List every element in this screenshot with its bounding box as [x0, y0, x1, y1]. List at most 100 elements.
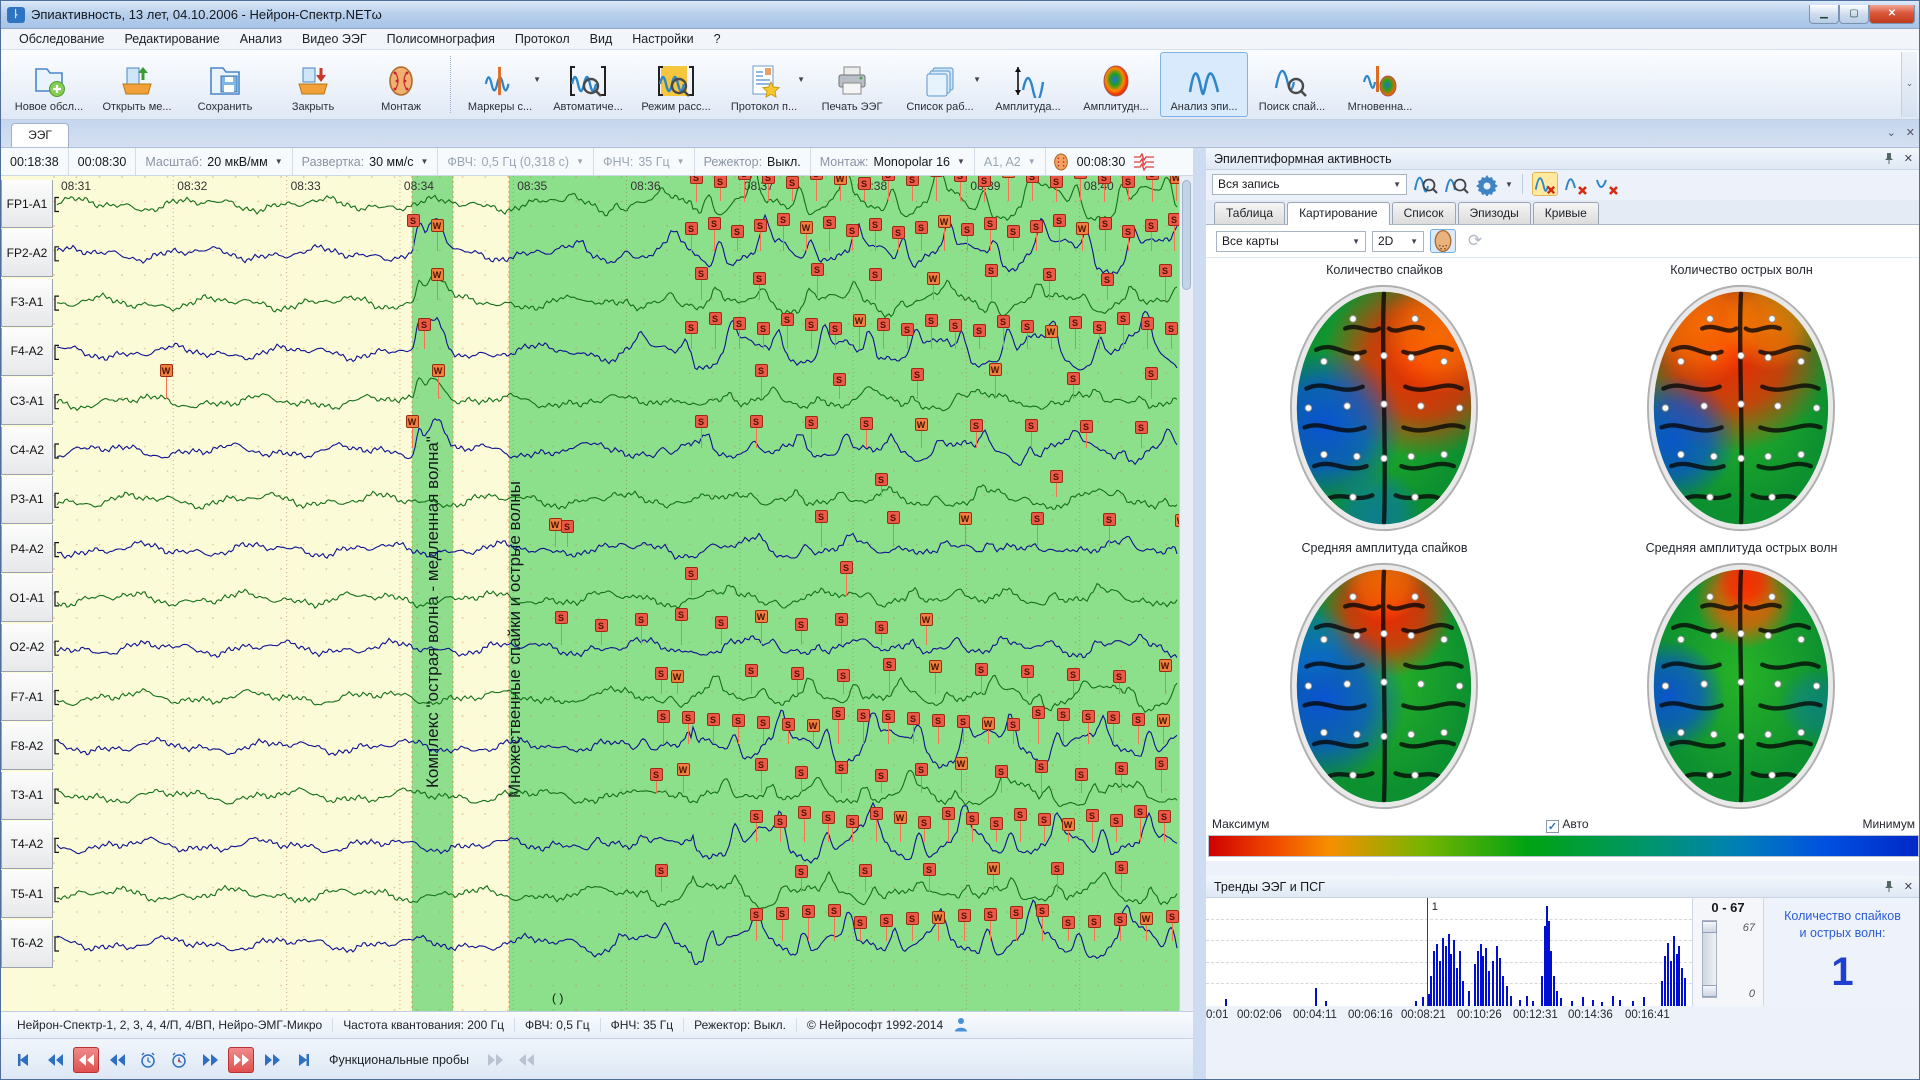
marker-spike[interactable]: S — [805, 416, 818, 429]
setting-фвч[interactable]: ФВЧ:0,5 Гц (0,318 с)▼ — [438, 148, 594, 175]
montage-head-icon[interactable] — [1052, 152, 1070, 172]
marker-sharp-wave[interactable]: W — [989, 363, 1002, 376]
marker-spike[interactable]: S — [918, 816, 931, 829]
marker-spike[interactable]: S — [1031, 512, 1044, 525]
channel-label-P4-A2[interactable]: P4-A2 — [1, 525, 53, 573]
marker-spike[interactable]: S — [774, 815, 787, 828]
marker-spike[interactable]: S — [655, 864, 668, 877]
marker-spike[interactable]: S — [880, 914, 893, 927]
marker-spike[interactable]: S — [1038, 813, 1051, 826]
marker-spike[interactable]: S — [795, 618, 808, 631]
marker-sharp-wave[interactable]: W — [1157, 714, 1170, 727]
marker-spike[interactable]: S — [1069, 316, 1082, 329]
channel-label-FP1-A1[interactable]: FP1-A1 — [1, 180, 53, 228]
pane-splitter[interactable] — [1193, 148, 1206, 1080]
toolbar-button[interactable]: Закрыть — [269, 52, 357, 117]
marker-spike[interactable]: S — [1043, 268, 1056, 281]
marker-sharp-wave[interactable]: W — [1170, 176, 1180, 184]
panel-close-icon[interactable]: ✕ — [1904, 880, 1913, 893]
gear-dropdown-arrow[interactable]: ▼ — [1505, 180, 1513, 189]
marker-spike[interactable]: S — [1158, 810, 1171, 823]
marker-spike[interactable]: S — [915, 221, 928, 234]
marker-spike[interactable]: S — [966, 812, 979, 825]
toolbar-button[interactable]: Маркеры с...▼ — [456, 52, 544, 117]
marker-spike[interactable]: S — [1122, 225, 1135, 238]
marker-spike[interactable]: S — [961, 223, 974, 236]
auto-checkbox-row[interactable]: ✓ Авто — [1546, 817, 1589, 833]
tab-close-icon[interactable]: ✕ — [1906, 126, 1915, 139]
marker-spike[interactable]: S — [930, 176, 943, 177]
marker-spike[interactable]: S — [795, 865, 808, 878]
marker-spike[interactable]: S — [786, 176, 799, 189]
marker-spike[interactable]: S — [418, 318, 431, 331]
setting-масштаб[interactable]: Масштаб:20 мкВ/мм▼ — [136, 148, 292, 175]
menu-item-4[interactable]: Видео ЭЭГ — [292, 30, 377, 48]
marker-sharp-wave[interactable]: W — [920, 613, 933, 626]
marker-spike[interactable]: S — [1086, 809, 1099, 822]
tab-eeg[interactable]: ЭЭГ — [11, 123, 69, 147]
marker-spike[interactable]: S — [870, 807, 883, 820]
marker-spike[interactable]: S — [1050, 176, 1063, 188]
menu-item-8[interactable]: Настройки — [622, 30, 703, 48]
marker-spike[interactable]: S — [875, 621, 888, 634]
marker-sharp-wave[interactable]: W — [853, 314, 866, 327]
setting-монтаж[interactable]: Монтаж:Monopolar 16▼ — [811, 148, 975, 175]
marker-spike[interactable]: S — [1032, 706, 1045, 719]
toolbar-button[interactable]: Амплитудн... — [1072, 52, 1160, 117]
transport-ffw-active-button[interactable] — [228, 1047, 254, 1073]
menu-item-7[interactable]: Вид — [580, 30, 623, 48]
sharp-wave-search-icon[interactable] — [1443, 172, 1469, 196]
marker-spike[interactable]: S — [860, 417, 873, 430]
marker-spike[interactable]: S — [882, 710, 895, 723]
marker-spike[interactable]: S — [685, 222, 698, 235]
marker-spike[interactable]: S — [1074, 176, 1087, 179]
channel-label-P3-A1[interactable]: P3-A1 — [1, 476, 53, 524]
transport-prev-test-button[interactable] — [513, 1047, 539, 1073]
marker-spike[interactable]: S — [887, 511, 900, 524]
marker-spike[interactable]: S — [1082, 710, 1095, 723]
marker-spike[interactable]: S — [1159, 264, 1172, 277]
marker-sharp-wave[interactable]: W — [431, 268, 444, 281]
marker-spike[interactable]: S — [1067, 668, 1080, 681]
marker-spike[interactable]: S — [1113, 670, 1126, 683]
marker-spike[interactable]: S — [925, 314, 938, 327]
marker-spike[interactable]: S — [835, 761, 848, 774]
marker-spike[interactable]: S — [984, 908, 997, 921]
marker-spike[interactable]: S — [682, 711, 695, 724]
menu-item-5[interactable]: Полисомнография — [377, 30, 505, 48]
marker-spike[interactable]: S — [1165, 322, 1178, 335]
epi-tab-3[interactable]: Список — [1392, 202, 1456, 224]
menu-item-9[interactable]: ? — [704, 30, 731, 48]
marker-spike[interactable]: S — [714, 176, 727, 188]
marker-sharp-wave[interactable]: W — [987, 862, 1000, 875]
slider-thumb-min[interactable] — [1702, 985, 1717, 997]
marker-spike[interactable]: S — [833, 373, 846, 386]
marker-spike[interactable]: S — [840, 561, 853, 574]
marker-spike[interactable]: S — [923, 863, 936, 876]
position-marker[interactable]: ( ) — [552, 991, 563, 1005]
transport-ffw2-button[interactable] — [259, 1047, 285, 1073]
marker-spike[interactable]: S — [954, 176, 967, 182]
marker-spike[interactable]: S — [985, 264, 998, 277]
toolbar-button[interactable]: Сохранить — [181, 52, 269, 117]
analysis-range-select[interactable]: Вся запись▼ — [1212, 174, 1407, 195]
delete-sharp-waves-icon[interactable] — [1594, 172, 1620, 196]
marker-spike[interactable]: S — [1115, 861, 1128, 874]
epi-tab-5[interactable]: Кривые — [1533, 202, 1599, 224]
marker-spike[interactable]: S — [1050, 470, 1063, 483]
marker-spike[interactable]: S — [828, 904, 841, 917]
epi-tab-1[interactable]: Таблица — [1214, 202, 1285, 224]
menu-item-1[interactable]: Обследование — [9, 30, 115, 48]
toolbar-button[interactable]: Печать ЭЭГ — [808, 52, 896, 117]
marker-spike[interactable]: S — [757, 716, 770, 729]
marker-spike[interactable]: S — [829, 322, 842, 335]
marker-sharp-wave[interactable]: W — [432, 364, 445, 377]
marker-spike[interactable]: S — [875, 769, 888, 782]
marker-spike[interactable]: S — [1010, 906, 1023, 919]
marker-spike[interactable]: S — [750, 415, 763, 428]
marker-spike[interactable]: S — [1021, 320, 1034, 333]
marker-spike[interactable]: S — [1026, 176, 1039, 183]
marker-spike[interactable]: S — [958, 909, 971, 922]
marker-spike[interactable]: S — [997, 315, 1010, 328]
epi-tab-4[interactable]: Эпизоды — [1458, 202, 1531, 224]
